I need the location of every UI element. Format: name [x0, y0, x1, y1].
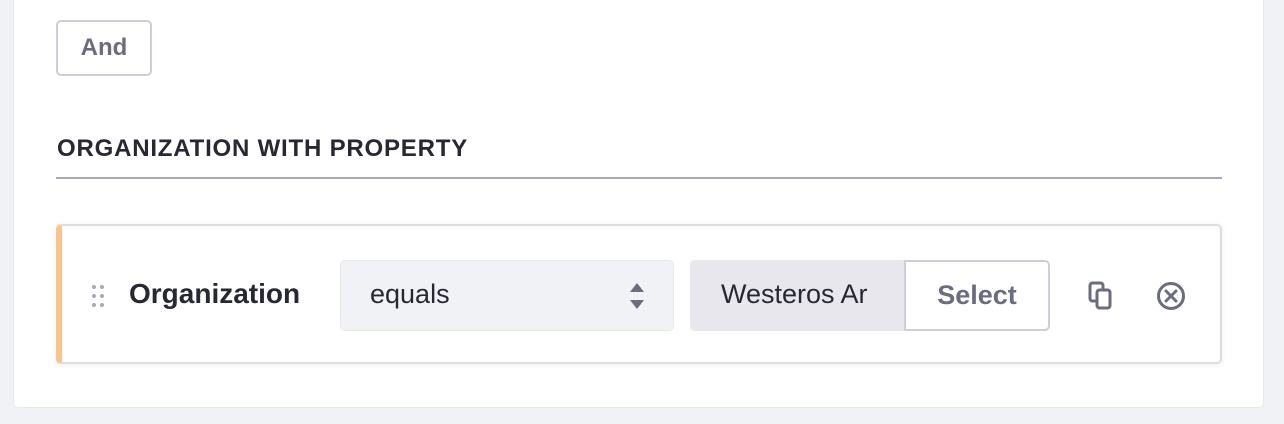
operator-select[interactable]: equals — [340, 260, 674, 331]
duplicate-criterion-button[interactable] — [1080, 276, 1120, 316]
group-divider — [56, 177, 1222, 179]
criteria-group-title: ORGANIZATION WITH PROPERTY — [57, 135, 469, 162]
drag-handle-icon[interactable] — [92, 285, 108, 307]
select-organization-button[interactable]: Select — [904, 260, 1050, 331]
times-circle-icon — [1157, 282, 1185, 310]
organization-value-input[interactable]: Westeros Ar — [690, 260, 906, 331]
operator-selected-value: equals — [370, 279, 450, 309]
criterion-row: Organization equals Westeros Ar Select — [56, 224, 1222, 364]
criterion-property-label: Organization — [129, 278, 301, 309]
duplicate-icon — [1088, 281, 1112, 310]
conjunction-and-button[interactable]: And — [56, 20, 152, 76]
delete-criterion-button[interactable] — [1151, 276, 1191, 316]
select-arrows-icon — [630, 283, 644, 309]
organization-value-text: Westeros Ar — [721, 279, 868, 309]
